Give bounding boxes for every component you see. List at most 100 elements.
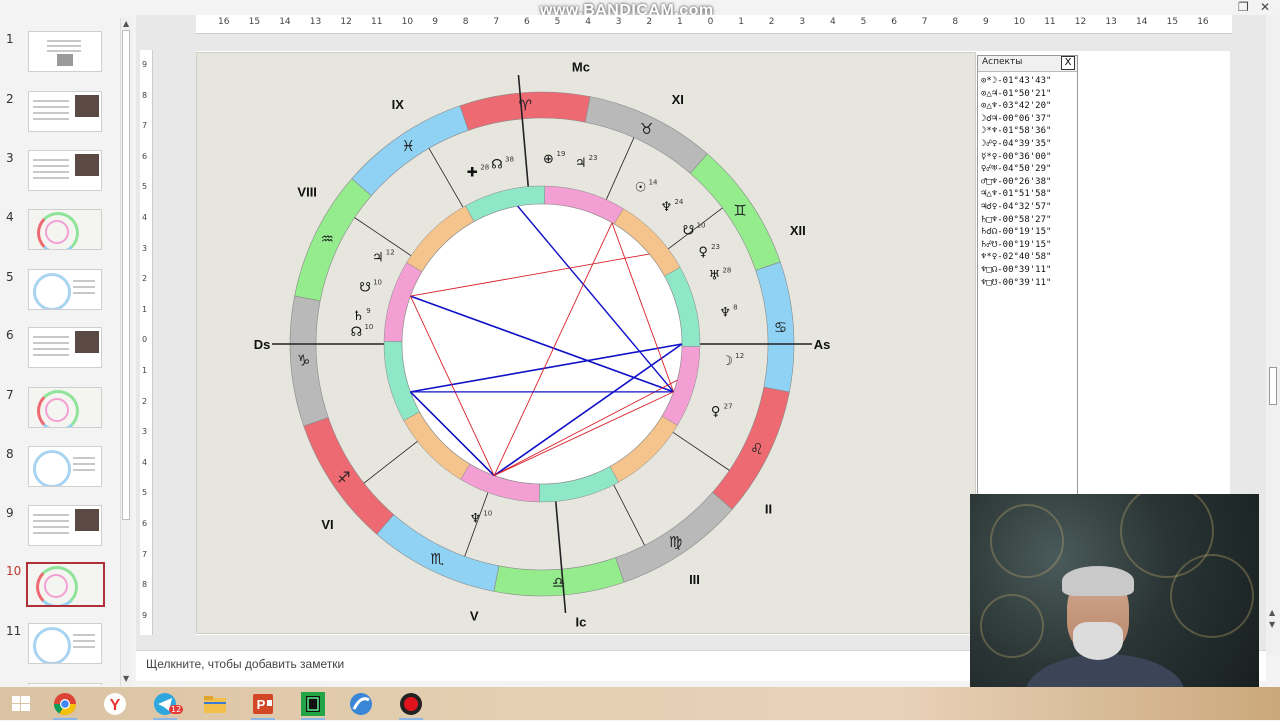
zodiac-sign-glyph: ♊	[733, 201, 746, 219]
webcam-overlay	[970, 494, 1259, 709]
house-label: IX	[392, 97, 405, 112]
ruler-tick: 4	[830, 17, 836, 27]
notes-placeholder: Щелкните, чтобы добавить заметки	[146, 657, 345, 671]
aspect-row: ♄☍☋-00°19'15"	[981, 239, 1052, 250]
vertical-ruler: 9 8 7 6 5 4 3 2 1 0 1 2 3 4 5 6 7 8 9	[140, 50, 153, 635]
ruler-tick: 0	[142, 335, 148, 345]
ruler-tick: 3	[142, 427, 148, 437]
slide-thumbnail[interactable]	[28, 269, 102, 310]
planet-degree: 27	[724, 403, 733, 411]
presenter-beard	[1073, 622, 1123, 660]
taskbar: Y 12 P	[0, 687, 1280, 720]
house-cusp-line	[517, 74, 530, 187]
slide-thumbnail[interactable]	[28, 209, 102, 250]
house-cusp-line	[428, 148, 464, 208]
network-tool-icon[interactable]	[346, 691, 376, 717]
planet-glyph: ♆	[719, 306, 731, 321]
ruler-tick: 6	[142, 151, 148, 161]
thumbnails-scroll-thumb[interactable]	[122, 30, 130, 520]
start-icon[interactable]	[6, 691, 36, 717]
slide-thumbnail[interactable]	[28, 387, 102, 428]
planet-marker: ♆ 24	[661, 198, 684, 215]
chrome-icon[interactable]	[50, 691, 80, 720]
planet-degree: 23	[711, 243, 720, 251]
close-icon[interactable]: ✕	[1260, 0, 1270, 14]
close-icon[interactable]: X	[1061, 56, 1075, 70]
planet-marker: ♅ 28	[709, 266, 732, 283]
planet-degree: 10	[364, 323, 373, 331]
planet-glyph: ♆	[661, 200, 673, 215]
house-label: XI	[672, 92, 684, 107]
cpu-monitor-icon[interactable]	[298, 691, 328, 720]
zodiac-sign-glyph: ♏	[431, 550, 445, 568]
ruler-tick: 7	[142, 121, 148, 131]
ruler-tick: 9	[142, 610, 148, 620]
slide-thumbnail[interactable]	[28, 505, 102, 546]
ruler-tick: 6	[891, 17, 897, 27]
planet-degree: 10	[373, 279, 382, 287]
planet-glyph: ♄	[352, 309, 364, 324]
ruler-tick: 12	[340, 17, 352, 27]
yandex-browser-icon[interactable]: Y	[100, 691, 130, 717]
planet-degree: 28	[722, 266, 731, 274]
planet-degree: 12	[386, 249, 395, 257]
scroll-up-icon[interactable]: ▲	[123, 19, 129, 28]
house-label: Mc	[572, 60, 590, 75]
planet-glyph: ♀	[711, 405, 721, 420]
telegram-badge: 12	[169, 705, 184, 714]
ruler-tick: 2	[142, 274, 148, 284]
planet-glyph: ☊	[491, 158, 503, 173]
slide-thumbnails-pane: 123456789101112	[0, 20, 135, 685]
house-label: Ds	[254, 337, 271, 352]
slide-thumbnail[interactable]	[28, 150, 102, 191]
house-label: VI	[321, 517, 333, 532]
ruler-tick: 5	[142, 182, 148, 192]
slide-thumbnail[interactable]	[28, 91, 102, 132]
planet-marker: ☊ 38	[491, 156, 514, 173]
slide-thumbnail[interactable]	[26, 562, 105, 607]
planet-marker: ✚ 28	[467, 164, 489, 181]
planet-degree: 9	[366, 307, 370, 315]
planet-degree: 38	[505, 156, 514, 164]
ruler-tick: 2	[768, 17, 775, 27]
house-cusp-line	[613, 484, 645, 546]
house-cusp-line	[554, 501, 567, 614]
scroll-down-icon[interactable]: ▼	[1269, 620, 1275, 629]
planet-degree: 10	[697, 221, 706, 229]
slide-thumbnail[interactable]	[28, 446, 102, 487]
slide-number: 7	[6, 388, 14, 402]
slide-number: 3	[6, 151, 14, 165]
natal-chart-wheel: ♉♊♋♌♍♎♏♐♑♒♓♈McXIXIIAsIIIIIIcVVIDsVIIIIX☊…	[254, 60, 831, 630]
scroll-up-icon[interactable]: ▲	[1269, 608, 1275, 617]
ruler-tick: 15	[248, 17, 261, 27]
slide-thumbnail[interactable]	[28, 31, 102, 72]
ruler-tick: 3	[799, 17, 806, 27]
planet-degree: 8	[733, 304, 737, 312]
house-cusp-line	[363, 440, 418, 484]
powerpoint-icon[interactable]: P	[248, 691, 278, 720]
slide-scrollbar[interactable]: ▲ ▼	[1266, 15, 1280, 655]
planet-marker: ♃ 12	[372, 249, 395, 266]
ruler-tick: 16	[218, 17, 230, 27]
planet-glyph: ♃	[575, 156, 587, 171]
slide-thumbnail[interactable]	[28, 623, 102, 664]
bandicam-icon[interactable]	[396, 691, 426, 720]
thumbnails-scrollbar[interactable]: ▲ ▼	[120, 18, 132, 686]
slide-thumbnail[interactable]	[28, 327, 102, 368]
aspect-row: ⊙△♃-01°50'21"	[981, 88, 1052, 99]
ruler-tick: 5	[142, 488, 148, 498]
slide-thumbnail[interactable]	[28, 683, 102, 685]
ruler-tick: 12	[1074, 17, 1087, 27]
restore-icon[interactable]: ❐	[1238, 0, 1249, 14]
zodiac-sign-glyph: ♑	[297, 352, 310, 370]
aspect-row: ♂□♆-00°26'38"	[981, 176, 1052, 187]
planet-degree: 23	[589, 154, 598, 162]
planet-glyph: ♅	[709, 268, 721, 283]
ruler-tick: 11	[371, 17, 383, 27]
scroll-down-icon[interactable]: ▼	[123, 674, 129, 683]
planet-degree: 28	[480, 164, 489, 172]
telegram-icon[interactable]: 12	[150, 691, 184, 720]
slide-scroll-thumb[interactable]	[1269, 367, 1277, 405]
file-explorer-icon[interactable]	[200, 691, 230, 717]
planet-marker: ☋ 10	[359, 279, 382, 296]
